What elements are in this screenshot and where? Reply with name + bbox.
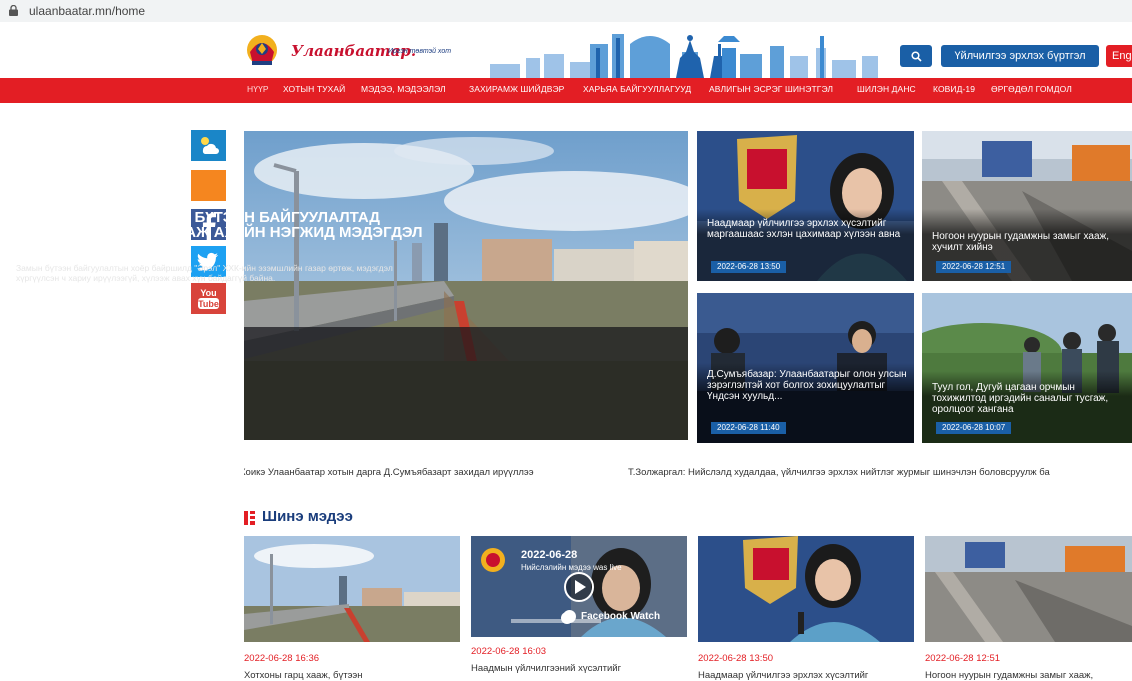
nav-item-subsidiaries[interactable]: ХАРЬЯА БАЙГУУЛЛАГУУД — [583, 84, 691, 94]
news-date: 2022-06-28 12:51 — [925, 653, 1001, 664]
language-switch-button[interactable]: Eng — [1106, 45, 1132, 67]
url-text[interactable]: ulaanbaatar.mn/home — [29, 4, 145, 18]
ticker-item[interactable]: Т.Золжаргал: Нийслэлд худалдаа, үйлчилгэ… — [628, 467, 1050, 478]
news-card-2-title: Ногоон нуурын гудамжны замыг хааж, хучил… — [932, 231, 1109, 253]
city-emblem-logo[interactable] — [244, 32, 280, 68]
site-logo-subtitle: Иргэн төвтэй хот — [388, 48, 452, 55]
main-nav: НҮҮР ХОТЫН ТУХАЙ МЭДЭЭ, МЭДЭЭЛЭЛ ЗАХИРАМ… — [0, 78, 1132, 103]
service-registration-button[interactable]: Үйлчилгээ эрхлэх бүртгэл — [941, 45, 1099, 67]
news-title[interactable]: Наадмаар үйлчилгээ эрхлэх хүсэлтийг — [698, 670, 914, 681]
browser-address-bar[interactable]: ulaanbaatar.mn/home — [0, 0, 1132, 22]
news-card-1-date: 2022-06-28 13:50 — [711, 261, 787, 273]
news-section-heading: Шинэ мэдээ — [262, 508, 353, 525]
news-date: 2022-06-28 16:36 — [244, 653, 320, 664]
svg-text:You: You — [200, 288, 216, 298]
news-card-4-title: Туул гол, Дугуй цагаан орчмын тохижилтод… — [932, 382, 1109, 415]
news-card-1-title: Наадмаар үйлчилгээ эрхлэх хүсэлтийг марг… — [707, 218, 901, 240]
youtube-button[interactable]: You Tube — [191, 283, 226, 314]
news-card-2[interactable]: Ногоон нуурын гудамжны замыг хааж, хучил… — [922, 131, 1132, 281]
hero-title[interactable]: ХОТХОНЫ ГАРЦ ХААЖ, БҮТЭЭН БАЙГУУЛАЛТАД Х… — [16, 210, 436, 255]
facebook-watch-badge: Facebook Watch — [581, 611, 661, 622]
nav-item-transparent-account[interactable]: ШИЛЭН ДАНС — [857, 84, 916, 94]
news-thumbnail[interactable] — [925, 536, 1132, 642]
video-subtitle: Нийслэлийн мэдээ was live — [521, 563, 622, 572]
nav-item-about-city[interactable]: ХОТЫН ТУХАЙ — [283, 84, 345, 94]
search-button[interactable] — [900, 45, 932, 67]
hero-description: Замын бүтээн байгуулалтын хоёр байршилд … — [16, 263, 393, 283]
search-icon — [910, 50, 922, 62]
youtube-icon: You Tube — [198, 288, 219, 309]
news-section-icon — [244, 511, 255, 525]
news-card-2-date: 2022-06-28 12:51 — [936, 261, 1012, 273]
hero-news-card[interactable] — [244, 131, 688, 440]
news-thumbnail[interactable] — [698, 536, 914, 642]
news-title[interactable]: Наадмын үйлчилгээний хүсэлтийг — [471, 663, 687, 674]
news-date: 2022-06-28 16:03 — [471, 646, 547, 657]
news-card-1[interactable]: Наадмаар үйлчилгээ эрхлэх хүсэлтийг марг… — [697, 131, 914, 281]
nav-item-covid[interactable]: КОВИД-19 — [933, 84, 975, 94]
news-card-3-title: Д.Сумъябазар: Улаанбаатарыг олон улсын з… — [707, 369, 907, 402]
news-card-4-date: 2022-06-28 10:07 — [936, 422, 1012, 434]
news-thumbnail[interactable] — [244, 536, 460, 642]
news-video-thumbnail[interactable]: 2022-06-28 Нийслэлийн мэдээ was live Fac… — [471, 536, 687, 637]
orange-social-button[interactable] — [191, 170, 226, 201]
news-card-4[interactable]: Туул гол, Дугуй цагаан орчмын тохижилтод… — [922, 293, 1132, 443]
weather-icon — [201, 137, 219, 154]
news-date: 2022-06-28 13:50 — [698, 653, 774, 664]
hero-caption-overlay — [244, 327, 688, 440]
svg-text:Tube: Tube — [198, 299, 219, 309]
ticker-item[interactable]: Коикэ Улаанбаатар хотын дарга Д.Сумъябаз… — [244, 467, 534, 478]
news-title[interactable]: Ногоон нуурын гудамжны замыг хааж, — [925, 670, 1132, 681]
nav-item-news[interactable]: МЭДЭЭ, МЭДЭЭЛЭЛ — [361, 84, 446, 94]
weather-button[interactable] — [191, 130, 226, 161]
nav-item-anti-corruption[interactable]: АВЛИГЫН ЭСРЭГ ШИНЭТГЭЛ — [709, 84, 833, 94]
city-skyline-banner — [490, 34, 878, 78]
news-card-3[interactable]: Д.Сумъябазар: Улаанбаатарыг олон улсын з… — [697, 293, 914, 443]
facebook-watch-icon — [563, 610, 576, 623]
nav-item-home[interactable]: НҮҮР — [247, 84, 269, 94]
site-header: Улаанбаатар. Иргэн төвтэй хот Үйлчилгээ … — [0, 22, 1132, 78]
lock-icon — [9, 5, 18, 16]
news-ticker: Коикэ Улаанбаатар хотын дарга Д.Сумъябаз… — [244, 466, 1132, 482]
news-card-3-date: 2022-06-28 11:40 — [711, 422, 786, 434]
video-date: 2022-06-28 — [521, 549, 578, 561]
news-title[interactable]: Хотхоны гарц хааж, бүтээн — [244, 670, 460, 681]
nav-item-complaints[interactable]: ӨРГӨДӨЛ ГОМДОЛ — [991, 84, 1072, 94]
nav-item-decrees[interactable]: ЗАХИРАМЖ ШИЙДВЭР — [469, 84, 564, 94]
